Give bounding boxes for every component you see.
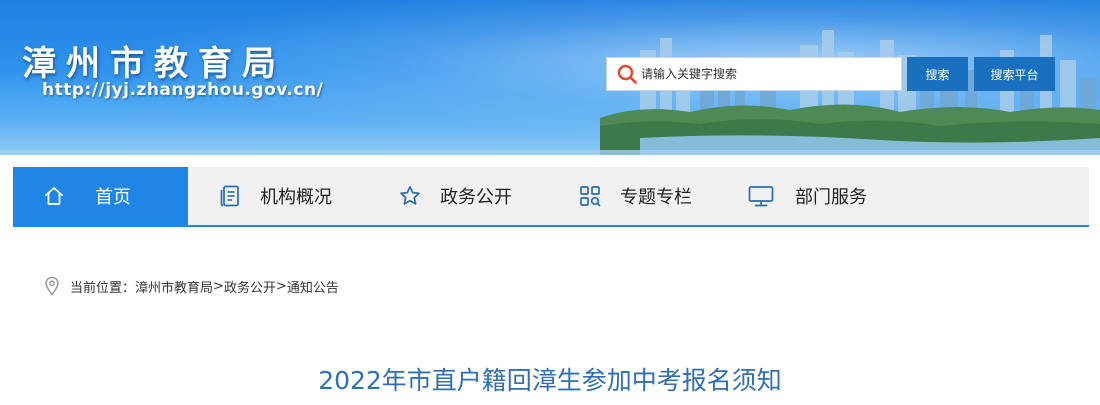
star-icon [398, 184, 422, 208]
header-banner: 漳州市教育局 http://jyj.zhangzhou.gov.cn/ 搜索 搜… [0, 0, 1100, 155]
breadcrumb: 当前位置： 漳州市教育局 > 政务公开 > 通知公告 [44, 276, 339, 296]
nav-item-label: 政务公开 [440, 187, 512, 208]
breadcrumb-link-notices[interactable]: 通知公告 [287, 277, 339, 296]
nav-item-government-affairs[interactable]: 政务公开 [368, 167, 548, 225]
search-platform-button[interactable]: 搜索平台 [974, 57, 1055, 91]
monitor-icon [747, 184, 775, 208]
nav-item-label: 部门服务 [795, 187, 867, 208]
document-list-icon [218, 184, 242, 208]
search-box [606, 57, 902, 91]
nav-item-organization[interactable]: 机构概况 [188, 167, 368, 225]
nav-item-home[interactable]: 首页 [13, 167, 188, 225]
article-title: 2022年市直户籍回漳生参加中考报名须知 [318, 366, 782, 395]
search-button[interactable]: 搜索 [907, 57, 968, 91]
site-url: http://jyj.zhangzhou.gov.cn/ [42, 80, 324, 100]
site-title: 漳州市教育局 [22, 44, 286, 84]
breadcrumb-prefix: 当前位置： [70, 280, 136, 296]
nav-item-label: 首页 [95, 187, 131, 208]
home-icon [43, 185, 65, 207]
nav-item-department-services[interactable]: 部门服务 [723, 167, 903, 225]
grid-search-icon [578, 184, 602, 208]
nav-item-special-topics[interactable]: 专题专栏 [548, 167, 723, 225]
breadcrumb-separator: > [275, 278, 287, 294]
breadcrumb-link-home[interactable]: 漳州市教育局 [135, 277, 213, 296]
location-pin-icon [44, 276, 60, 296]
nav-item-label: 专题专栏 [620, 187, 692, 208]
nav-item-label: 机构概况 [260, 187, 332, 208]
search-input[interactable] [638, 59, 891, 89]
breadcrumb-link-government-affairs[interactable]: 政务公开 [224, 277, 276, 296]
search-icon [617, 64, 637, 84]
main-nav: 首页 机构概况 政务公开 专题专栏 部门服务 [13, 167, 1089, 227]
breadcrumb-separator: > [213, 278, 224, 294]
